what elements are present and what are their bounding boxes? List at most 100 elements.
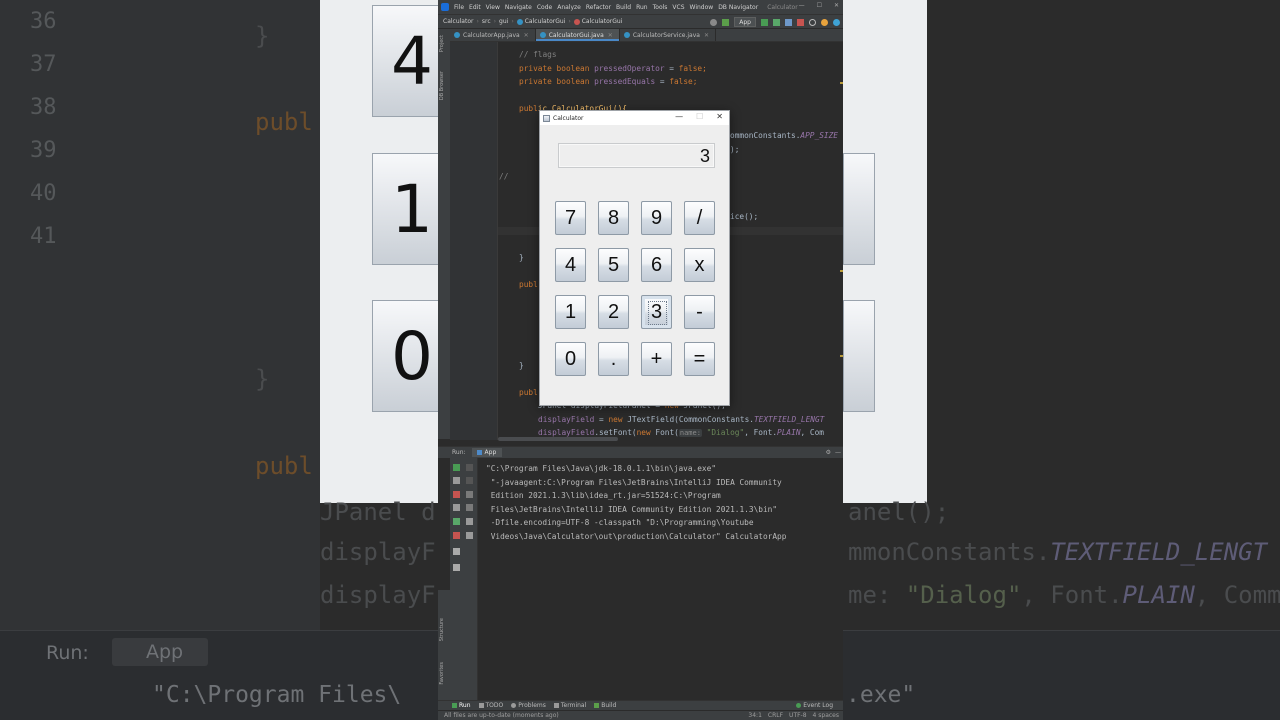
key-8-button[interactable]: 8 (598, 201, 629, 235)
menu-bar: File Edit View Navigate Code Analyze Ref… (438, 0, 843, 14)
menu-tools[interactable]: Tools (653, 4, 668, 11)
menu-edit[interactable]: Edit (469, 4, 481, 11)
stop-icon[interactable] (453, 491, 460, 498)
build-hammer-icon[interactable] (722, 18, 730, 26)
stop-icon[interactable] (797, 18, 804, 26)
key-7-button[interactable]: 7 (555, 201, 586, 235)
error-stripe-mark[interactable] (840, 270, 843, 272)
class-icon (516, 18, 523, 25)
calculator-title-bar[interactable]: Calculator — ☐ ✕ (540, 111, 729, 125)
up-arrow-icon[interactable] (466, 464, 473, 471)
wrench-icon[interactable] (453, 477, 460, 484)
status-bar: All files are up-to-date (moments ago) 3… (438, 710, 843, 720)
key-add-button[interactable]: + (641, 342, 672, 376)
tab-calculator-app[interactable]: CalculatorApp.java ✕ (450, 29, 536, 41)
key-6-button[interactable]: 6 (641, 248, 672, 282)
key-5-button[interactable]: 5 (598, 248, 629, 282)
menu-run[interactable]: Run (636, 4, 648, 11)
menu-analyze[interactable]: Analyze (557, 4, 581, 11)
menu-file[interactable]: File (454, 4, 464, 11)
camera-icon[interactable] (453, 504, 460, 511)
background-key-edge (843, 153, 875, 265)
status-message[interactable]: All files are up-to-date (moments ago) (444, 712, 559, 719)
breadcrumb-project[interactable]: Calculator (443, 18, 473, 25)
down-arrow-icon[interactable] (466, 477, 473, 484)
caret-position[interactable]: 34:1 (748, 712, 761, 719)
close-icon[interactable]: ✕ (608, 32, 613, 39)
key-0-button[interactable]: 0 (555, 342, 586, 376)
background-run-tab: App (112, 638, 208, 666)
close-icon[interactable]: ✕ (834, 2, 839, 9)
error-stripe-mark[interactable] (840, 355, 843, 357)
line-number-gutter (450, 42, 498, 440)
tool-tab-todo[interactable]: TODO (478, 702, 503, 709)
maximize-icon[interactable]: ☐ (817, 2, 822, 9)
structure-tool-button[interactable]: Structure (439, 618, 445, 641)
pin-icon[interactable] (453, 564, 460, 571)
scroll-to-end-icon[interactable] (466, 504, 473, 511)
hide-icon[interactable]: — (835, 449, 841, 456)
gear-icon[interactable]: ⚙ (826, 449, 831, 456)
horizontal-scrollbar[interactable] (498, 437, 618, 441)
coverage-icon[interactable] (785, 18, 792, 26)
tab-calculator-service[interactable]: CalculatorService.java ✕ (620, 29, 716, 41)
project-tool-button[interactable]: Project (439, 35, 445, 52)
close-icon[interactable]: ✕ (716, 112, 723, 121)
tool-tab-build[interactable]: Build (594, 702, 616, 709)
print-icon[interactable] (466, 518, 473, 525)
breadcrumb-src[interactable]: src (482, 18, 491, 25)
menu-build[interactable]: Build (616, 4, 631, 11)
plugin-icon[interactable] (833, 18, 840, 26)
key-1-button[interactable]: 1 (555, 295, 586, 329)
trash-icon[interactable] (466, 532, 473, 539)
tool-tab-run[interactable]: Run (452, 702, 471, 709)
tool-tab-problems[interactable]: Problems (511, 702, 546, 709)
key-4-button[interactable]: 4 (555, 248, 586, 282)
run-configuration-select[interactable]: App (734, 17, 756, 27)
menu-navigate[interactable]: Navigate (505, 4, 532, 11)
tool-tab-terminal[interactable]: Terminal (553, 702, 586, 709)
key-2-button[interactable]: 2 (598, 295, 629, 329)
close-icon[interactable]: ✕ (524, 32, 529, 39)
event-log-button[interactable]: Event Log (796, 702, 833, 709)
updates-icon[interactable] (821, 18, 828, 26)
favorites-tool-button[interactable]: Favorites (439, 662, 445, 685)
user-icon[interactable] (710, 18, 718, 26)
menu-db-navigator[interactable]: DB Navigator (718, 4, 758, 11)
soft-wrap-icon[interactable] (466, 491, 473, 498)
key-multiply-button[interactable]: x (684, 248, 715, 282)
exit-icon[interactable] (453, 532, 460, 539)
debug-icon[interactable] (773, 18, 780, 26)
rerun-icon[interactable] (761, 18, 768, 26)
rerun-icon[interactable] (453, 464, 460, 471)
menu-code[interactable]: Code (537, 4, 552, 11)
key-decimal-button[interactable]: . (598, 342, 629, 376)
run-tab-app[interactable]: App (471, 448, 503, 457)
menu-view[interactable]: View (486, 4, 500, 11)
indent-setting[interactable]: 4 spaces (813, 712, 839, 719)
minimize-icon[interactable]: — (675, 112, 683, 121)
tab-calculator-gui[interactable]: CalculatorGui.java ✕ (535, 29, 620, 41)
close-icon[interactable]: ✕ (704, 32, 709, 39)
restore-layout-icon[interactable] (453, 518, 460, 525)
menu-refactor[interactable]: Refactor (586, 4, 611, 11)
line-separator[interactable]: CRLF (768, 712, 783, 719)
run-console[interactable]: "C:\Program Files\Java\jdk-18.0.1.1\bin\… (479, 458, 843, 700)
error-stripe-mark[interactable] (840, 82, 843, 84)
search-icon[interactable] (809, 18, 816, 26)
breadcrumb-method[interactable]: CalculatorGui (582, 18, 623, 25)
db-browser-tool-button[interactable]: DB Browser (439, 71, 445, 100)
minimize-icon[interactable]: — (799, 2, 805, 9)
key-divide-button[interactable]: / (684, 201, 715, 235)
key-3-button[interactable]: 3 (641, 295, 672, 329)
layout-icon[interactable] (453, 548, 460, 555)
breadcrumb-class[interactable]: CalculatorGui (525, 18, 566, 25)
file-encoding[interactable]: UTF-8 (789, 712, 807, 719)
key-equals-button[interactable]: = (684, 342, 715, 376)
menu-window[interactable]: Window (690, 4, 714, 11)
menu-vcs[interactable]: VCS (672, 4, 684, 11)
breadcrumb-gui[interactable]: gui (499, 18, 508, 25)
key-9-button[interactable]: 9 (641, 201, 672, 235)
calculator-display[interactable]: 3 (558, 143, 715, 168)
key-subtract-button[interactable]: - (684, 295, 715, 329)
